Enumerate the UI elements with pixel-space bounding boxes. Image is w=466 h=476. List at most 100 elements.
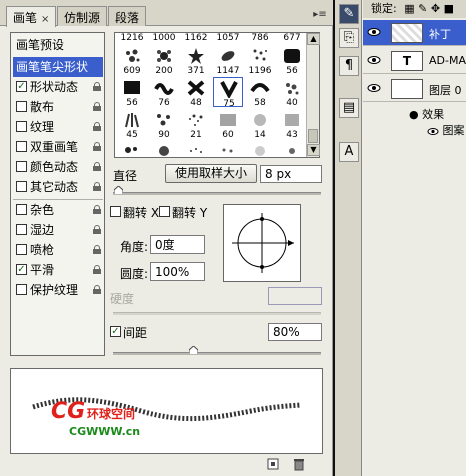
brush-tip-cell[interactable]: 200: [149, 45, 179, 76]
angle-field[interactable]: [150, 235, 205, 254]
brush-tip-cell[interactable]: [245, 141, 275, 157]
scroll-thumb[interactable]: [308, 129, 318, 143]
brush-tip-cell[interactable]: 1000: [149, 33, 179, 45]
eye-icon[interactable]: [367, 27, 381, 37]
brush-tip-cell[interactable]: 786: [245, 33, 275, 45]
lock-icon[interactable]: [93, 182, 101, 191]
lock-transparent-icon[interactable]: ▦: [404, 2, 414, 15]
diameter-slider-track[interactable]: [113, 192, 321, 195]
sidebar-item-brush-presets[interactable]: 画笔预设: [13, 35, 103, 55]
brush-tip-cell[interactable]: [149, 141, 179, 157]
lock-icon[interactable]: [93, 265, 101, 274]
brush-tip-cell[interactable]: [181, 141, 211, 157]
lock-icon[interactable]: [93, 245, 101, 254]
spacing-slider-track[interactable]: [113, 352, 321, 355]
layer-row[interactable]: 图层 0: [363, 76, 466, 102]
effects-row[interactable]: ● 效果: [409, 106, 444, 122]
brush-tip-cell[interactable]: 1196: [245, 45, 275, 76]
sidebar-item-other-dynamics[interactable]: 其它动态: [13, 177, 103, 197]
brush-tip-cell[interactable]: [213, 141, 243, 157]
sidebar-item-texture[interactable]: 纹理: [13, 117, 103, 137]
lock-all-icon[interactable]: ■: [444, 2, 454, 15]
sidebar-item-wet-edges[interactable]: 湿边: [13, 220, 103, 240]
brush-tip-cell[interactable]: 58: [245, 77, 275, 108]
brush-tip-cell[interactable]: [277, 141, 307, 157]
sidebar-item-shape-dynamics[interactable]: ✓ 形状动态: [13, 77, 103, 97]
sidebar-item-color-dynamics[interactable]: 颜色动态: [13, 157, 103, 177]
brush-tip-cell[interactable]: 76: [149, 77, 179, 108]
spacing-checkbox[interactable]: ✓: [110, 326, 121, 337]
lock-icon[interactable]: [93, 102, 101, 111]
texture-checkbox[interactable]: [16, 121, 27, 132]
brush-tip-cell[interactable]: 677: [277, 33, 307, 45]
color-dynamics-checkbox[interactable]: [16, 161, 27, 172]
sidebar-item-smoothing[interactable]: ✓ 平滑: [13, 260, 103, 280]
lock-icon[interactable]: [93, 162, 101, 171]
dual-brush-checkbox[interactable]: [16, 141, 27, 152]
lock-icon[interactable]: [93, 225, 101, 234]
layer-comps-icon[interactable]: ▤: [339, 98, 359, 118]
clone-source-icon[interactable]: ⎘: [339, 28, 359, 48]
layer-row[interactable]: T AD-MAG: [363, 48, 466, 74]
lock-icon[interactable]: [93, 142, 101, 151]
other-dynamics-checkbox[interactable]: [16, 181, 27, 192]
wet-edges-checkbox[interactable]: [16, 224, 27, 235]
eye-icon[interactable]: [367, 55, 381, 65]
brush-tip-cell-selected[interactable]: 75: [213, 77, 243, 109]
spacing-slider-handle[interactable]: [189, 346, 198, 354]
flip-y-checkbox[interactable]: [159, 206, 170, 217]
diameter-slider-handle[interactable]: [114, 186, 123, 194]
use-sample-size-button[interactable]: 使用取样大小: [165, 164, 257, 183]
scroll-down-icon[interactable]: ▼: [307, 144, 320, 156]
paragraph-icon[interactable]: ¶: [339, 56, 359, 76]
tab-clone-source[interactable]: 仿制源: [57, 6, 108, 26]
brush-tip-cell[interactable]: 90: [149, 109, 179, 140]
roundness-field[interactable]: [150, 262, 205, 281]
sidebar-item-airbrush[interactable]: 喷枪: [13, 240, 103, 260]
eye-icon[interactable]: [427, 127, 439, 136]
brush-tip-cell[interactable]: [117, 141, 147, 157]
brush-tip-cell[interactable]: 40: [277, 77, 307, 108]
lock-icon[interactable]: [93, 122, 101, 131]
panel-menu-icon[interactable]: ▸≡: [313, 8, 327, 22]
scroll-up-icon[interactable]: ▲: [307, 33, 320, 45]
tab-paragraph[interactable]: 段落: [108, 6, 147, 26]
pattern-effect-row[interactable]: 图案: [427, 122, 465, 138]
lock-icon[interactable]: [93, 285, 101, 294]
brush-grid-scrollbar[interactable]: ▲ ▼: [306, 33, 320, 157]
new-brush-icon[interactable]: [266, 457, 280, 471]
angle-roundness-widget[interactable]: [223, 204, 301, 282]
character-icon[interactable]: A: [339, 142, 359, 162]
brush-tip-cell[interactable]: 1147: [213, 45, 243, 76]
shape-dynamics-checkbox[interactable]: ✓: [16, 81, 27, 92]
brush-tip-cell[interactable]: 609: [117, 45, 147, 76]
brush-tip-cell[interactable]: 48: [181, 77, 211, 108]
brush-tip-cell[interactable]: 371: [181, 45, 211, 76]
brush-tip-cell[interactable]: 1057: [213, 33, 243, 45]
brush-panel-icon[interactable]: ✎: [339, 4, 359, 24]
smoothing-checkbox[interactable]: ✓: [16, 264, 27, 275]
brush-tip-cell[interactable]: 56: [277, 45, 307, 76]
flip-x-checkbox[interactable]: [110, 206, 121, 217]
tab-brush[interactable]: 画笔 ×: [6, 6, 57, 27]
spacing-field[interactable]: [268, 323, 322, 341]
layer-row[interactable]: 补丁: [363, 20, 466, 46]
lock-move-icon[interactable]: ✥: [431, 2, 440, 15]
tab-close-icon[interactable]: ×: [41, 14, 49, 25]
noise-checkbox[interactable]: [16, 204, 27, 215]
scattering-checkbox[interactable]: [16, 101, 27, 112]
sidebar-item-scattering[interactable]: 散布: [13, 97, 103, 117]
diameter-field[interactable]: [260, 165, 322, 183]
lock-icon[interactable]: [93, 82, 101, 91]
eye-icon[interactable]: [367, 83, 381, 93]
brush-tip-cell[interactable]: 56: [117, 77, 147, 108]
sidebar-item-dual-brush[interactable]: 双重画笔: [13, 137, 103, 157]
brush-tip-cell[interactable]: 21: [181, 109, 211, 140]
protect-texture-checkbox[interactable]: [16, 284, 27, 295]
brush-tip-cell[interactable]: 14: [245, 109, 275, 140]
lock-paint-icon[interactable]: ✎: [418, 2, 427, 15]
brush-tip-cell[interactable]: 1216: [117, 33, 147, 45]
brush-tip-cell[interactable]: 60: [213, 109, 243, 140]
airbrush-checkbox[interactable]: [16, 244, 27, 255]
lock-icon[interactable]: [93, 205, 101, 214]
